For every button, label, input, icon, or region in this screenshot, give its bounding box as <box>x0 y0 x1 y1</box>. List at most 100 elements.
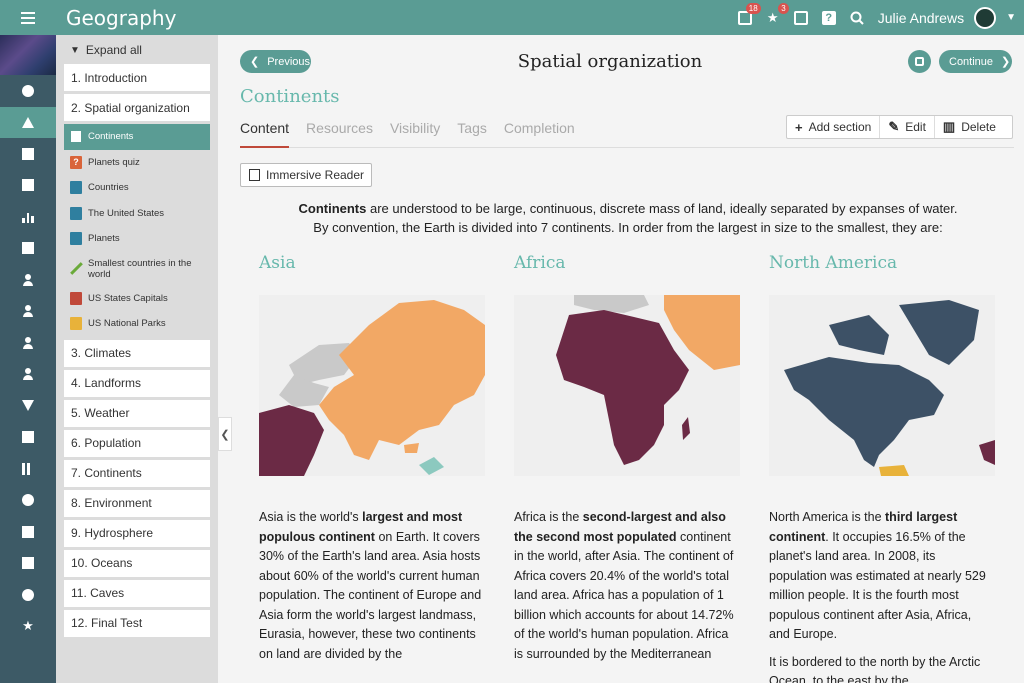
continent-description: Asia is the world's largest and most pop… <box>259 508 485 664</box>
book-icon <box>70 181 82 195</box>
africa-map-image <box>514 295 740 476</box>
chevron-right-icon: ❯ <box>1001 56 1011 68</box>
outline-page[interactable]: Countries <box>64 175 210 201</box>
tab-completion[interactable]: Completion <box>504 118 575 148</box>
info-icon[interactable] <box>0 579 56 611</box>
trophy-icon[interactable] <box>0 390 56 422</box>
delete-button[interactable]: ▥ Delete <box>935 116 1004 138</box>
course-banner-image <box>0 35 56 75</box>
outline-section[interactable]: 8. Environment <box>64 489 210 517</box>
notifications-icon[interactable]: ★ 3 <box>764 2 789 27</box>
user-name[interactable]: Julie Andrews <box>878 10 964 26</box>
outline-page[interactable]: Smallest countries in the world <box>64 252 210 286</box>
tab-content[interactable]: Content <box>240 118 290 148</box>
immersive-reader-button[interactable]: Immersive Reader <box>240 163 372 187</box>
page-title: Spatial organization <box>517 51 703 72</box>
course-outline: ▼ Expand all 1. Introduction 2. Spatial … <box>56 35 218 683</box>
expand-all-label: Expand all <box>85 43 142 57</box>
document-icon <box>70 130 82 144</box>
pencil-icon <box>70 262 82 275</box>
competencies-icon[interactable] <box>0 422 56 454</box>
settings-icon[interactable] <box>0 75 56 107</box>
collapse-outline-button[interactable]: ❮ <box>218 417 232 451</box>
quiz-icon: ? <box>70 155 82 169</box>
outline-page-label: US States Capitals <box>88 292 168 304</box>
avatar[interactable] <box>974 6 997 29</box>
outline-section[interactable]: 1. Introduction <box>64 64 210 91</box>
add-section-button[interactable]: + Add section <box>787 116 881 138</box>
notifications-badge: 3 <box>778 2 789 14</box>
continent-column-north-america: North America North America is the third… <box>769 253 995 683</box>
outline-page-label: Smallest countries in the world <box>88 257 192 280</box>
outline-section[interactable]: 11. Caves <box>64 579 210 607</box>
trash-icon: ▥ <box>942 119 956 134</box>
calendar-rail-icon[interactable] <box>0 548 56 580</box>
outline-page-label: Planets quiz <box>88 156 140 168</box>
outline-section[interactable]: 10. Oceans <box>64 549 210 577</box>
teachers-icon[interactable] <box>0 296 56 328</box>
outline-page[interactable]: US States Capitals <box>64 286 210 312</box>
outline-page[interactable]: ? Planets quiz <box>64 150 210 176</box>
tasks-icon[interactable] <box>0 138 56 170</box>
search-icon[interactable] <box>848 9 866 27</box>
tab-visibility[interactable]: Visibility <box>390 118 440 148</box>
reports-icon[interactable] <box>0 201 56 233</box>
expand-all-toggle[interactable]: ▼ Expand all <box>56 39 218 61</box>
intro-line1: are understood to be large, continuous, … <box>366 201 958 216</box>
outline-section[interactable]: 12. Final Test <box>64 609 210 637</box>
messages-icon[interactable]: 18 <box>736 2 761 27</box>
book-icon <box>70 232 82 246</box>
continue-label: Continue <box>949 55 994 68</box>
desc-text: Asia is the world's <box>259 510 363 524</box>
outline-page[interactable]: US National Parks <box>64 311 210 337</box>
chat-icon[interactable] <box>0 485 56 517</box>
gradebook-icon[interactable] <box>0 170 56 202</box>
outline-page[interactable]: The United States <box>64 201 210 227</box>
outline-section[interactable]: 3. Climates <box>64 339 210 367</box>
outline-page[interactable]: Planets <box>64 226 210 252</box>
section-title: Continents <box>240 86 340 107</box>
box-icon <box>70 317 82 331</box>
outline-section[interactable]: 5. Weather <box>64 399 210 427</box>
list-icon[interactable] <box>0 453 56 485</box>
outline-page-label: The United States <box>88 207 165 219</box>
top-bar: Geography 18 ★ 3 ? Julie Andrews ▼ <box>0 0 1024 35</box>
outline-section[interactable]: 2. Spatial organization <box>64 94 210 121</box>
desc-text: on Earth. It covers 30% of the Earth's l… <box>259 529 482 661</box>
continent-column-africa: Africa Africa is the second-largest and … <box>514 253 740 664</box>
outline-page-label: US National Parks <box>88 318 166 330</box>
outline-section[interactable]: 4. Landforms <box>64 369 210 397</box>
chevron-down-icon: ▼ <box>70 44 80 56</box>
edit-button[interactable]: ✎ Edit <box>880 116 935 138</box>
outline-section[interactable]: 6. Population <box>64 429 210 457</box>
edit-label: Edit <box>905 120 926 134</box>
pencil-icon: ✎ <box>888 119 900 134</box>
north-america-map-image <box>769 295 995 476</box>
help-icon[interactable]: ? <box>820 9 838 27</box>
portfolio-icon[interactable] <box>0 516 56 548</box>
messages-badge: 18 <box>745 2 761 14</box>
outline-section[interactable]: 7. Continents <box>64 459 210 487</box>
continent-title: Africa <box>514 253 566 273</box>
desc-text: Africa is the <box>514 510 583 524</box>
outline-page-label: Countries <box>88 182 129 194</box>
top-right-tools: 18 ★ 3 ? Julie Andrews ▼ <box>736 0 1016 35</box>
chevron-left-icon: ❮ <box>220 428 230 441</box>
calendar-icon[interactable] <box>792 9 810 27</box>
continue-button[interactable]: Continue ❯ <box>939 50 1012 73</box>
attendance-icon[interactable] <box>0 233 56 265</box>
star-icon[interactable]: ★ <box>0 611 56 643</box>
chevron-down-icon[interactable]: ▼ <box>1006 12 1016 23</box>
parents-icon[interactable] <box>0 359 56 391</box>
students-icon[interactable] <box>0 264 56 296</box>
outline-page-continents[interactable]: Continents <box>64 124 210 150</box>
menu-icon[interactable] <box>0 0 56 35</box>
tab-tags[interactable]: Tags <box>457 118 487 148</box>
groups-icon[interactable] <box>0 327 56 359</box>
asia-map-image <box>259 295 485 476</box>
tab-resources[interactable]: Resources <box>306 118 373 148</box>
navigation-icon[interactable] <box>0 106 56 138</box>
outline-section[interactable]: 9. Hydrosphere <box>64 519 210 547</box>
bag-icon <box>70 291 82 305</box>
print-button[interactable] <box>908 50 931 73</box>
